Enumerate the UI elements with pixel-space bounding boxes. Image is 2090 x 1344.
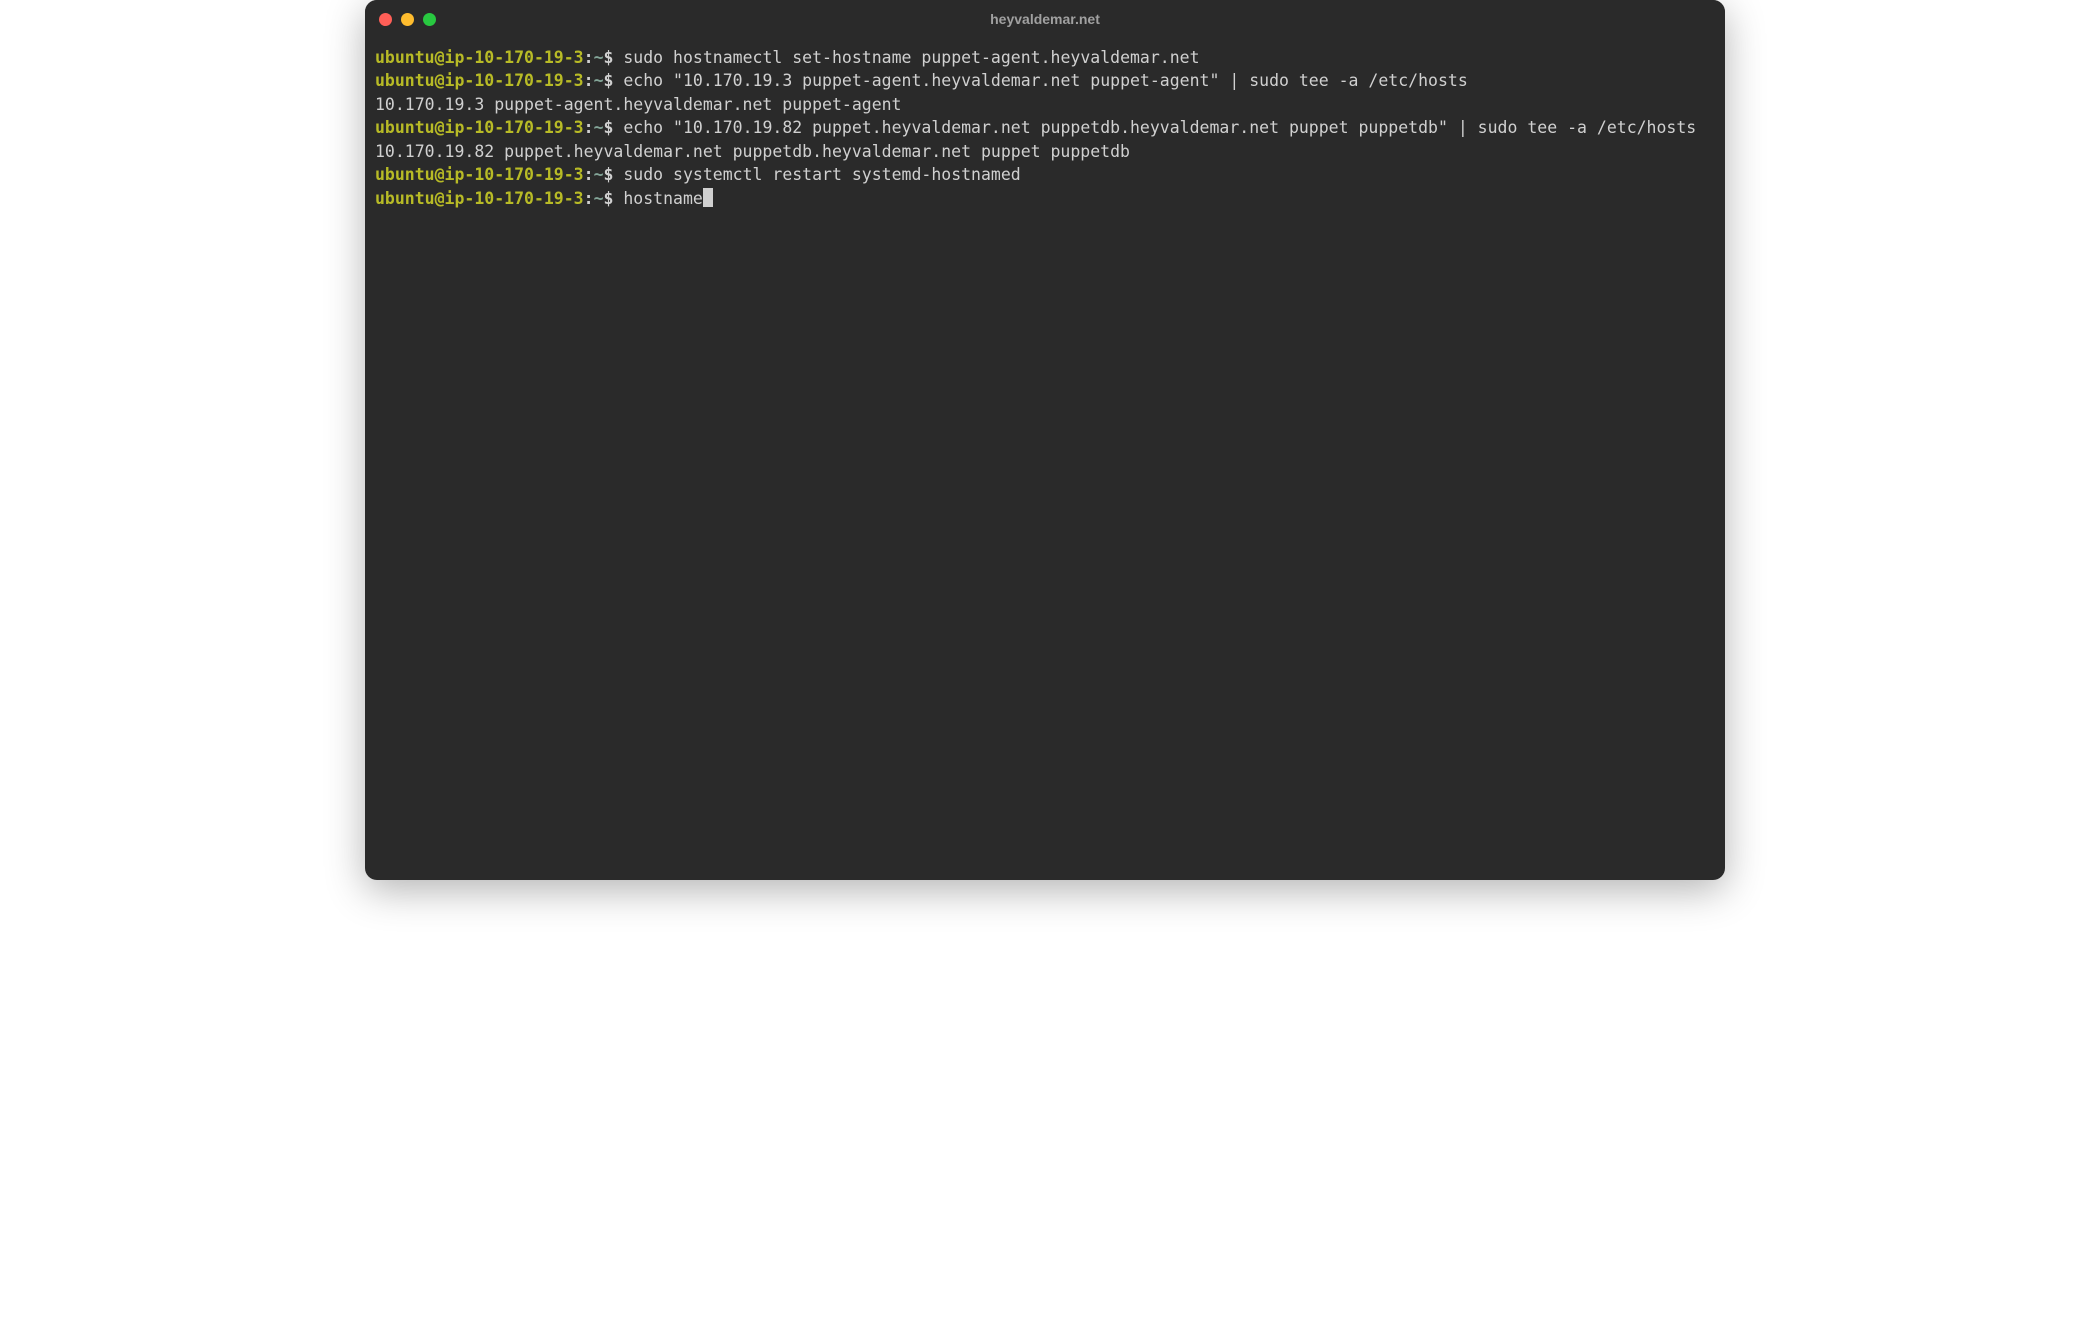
terminal-line: ubuntu@ip-10-170-19-3:~$ sudo hostnamect… (375, 46, 1715, 69)
terminal-line: ubuntu@ip-10-170-19-3:~$ hostname (375, 187, 1715, 210)
terminal-window: heyvaldemar.net ubuntu@ip-10-170-19-3:~$… (365, 0, 1725, 880)
prompt-user: ubuntu@ip-10-170-19-3 (375, 71, 584, 90)
prompt-symbol: $ (604, 165, 614, 184)
window-title: heyvaldemar.net (990, 11, 1100, 27)
command-text: sudo hostnamectl set-hostname puppet-age… (623, 48, 1199, 67)
command-text: echo "10.170.19.82 puppet.heyvaldemar.ne… (623, 118, 1696, 137)
prompt-sep: : (584, 189, 594, 208)
maximize-button[interactable] (423, 13, 436, 26)
prompt-path: ~ (594, 48, 604, 67)
command-text: hostname (623, 189, 702, 208)
prompt-sep: : (584, 165, 594, 184)
prompt-user: ubuntu@ip-10-170-19-3 (375, 118, 584, 137)
cursor-icon (703, 188, 713, 207)
terminal-line: ubuntu@ip-10-170-19-3:~$ echo "10.170.19… (375, 69, 1715, 92)
prompt-sep: : (584, 118, 594, 137)
title-bar: heyvaldemar.net (365, 0, 1725, 38)
prompt-user: ubuntu@ip-10-170-19-3 (375, 165, 584, 184)
prompt-symbol: $ (604, 118, 614, 137)
terminal-line: ubuntu@ip-10-170-19-3:~$ echo "10.170.19… (375, 116, 1715, 139)
prompt-sep: : (584, 71, 594, 90)
prompt-symbol: $ (604, 48, 614, 67)
minimize-button[interactable] (401, 13, 414, 26)
prompt-path: ~ (594, 118, 604, 137)
prompt-symbol: $ (604, 189, 614, 208)
prompt-sep: : (584, 48, 594, 67)
prompt-path: ~ (594, 165, 604, 184)
close-button[interactable] (379, 13, 392, 26)
output-line: 10.170.19.82 puppet.heyvaldemar.net pupp… (375, 140, 1715, 163)
prompt-path: ~ (594, 71, 604, 90)
output-line: 10.170.19.3 puppet-agent.heyvaldemar.net… (375, 93, 1715, 116)
window-controls (379, 13, 436, 26)
prompt-user: ubuntu@ip-10-170-19-3 (375, 48, 584, 67)
prompt-path: ~ (594, 189, 604, 208)
prompt-user: ubuntu@ip-10-170-19-3 (375, 189, 584, 208)
prompt-symbol: $ (604, 71, 614, 90)
terminal-line: ubuntu@ip-10-170-19-3:~$ sudo systemctl … (375, 163, 1715, 186)
command-text: sudo systemctl restart systemd-hostnamed (623, 165, 1020, 184)
terminal-body[interactable]: ubuntu@ip-10-170-19-3:~$ sudo hostnamect… (365, 38, 1725, 880)
command-text: echo "10.170.19.3 puppet-agent.heyvaldem… (623, 71, 1467, 90)
